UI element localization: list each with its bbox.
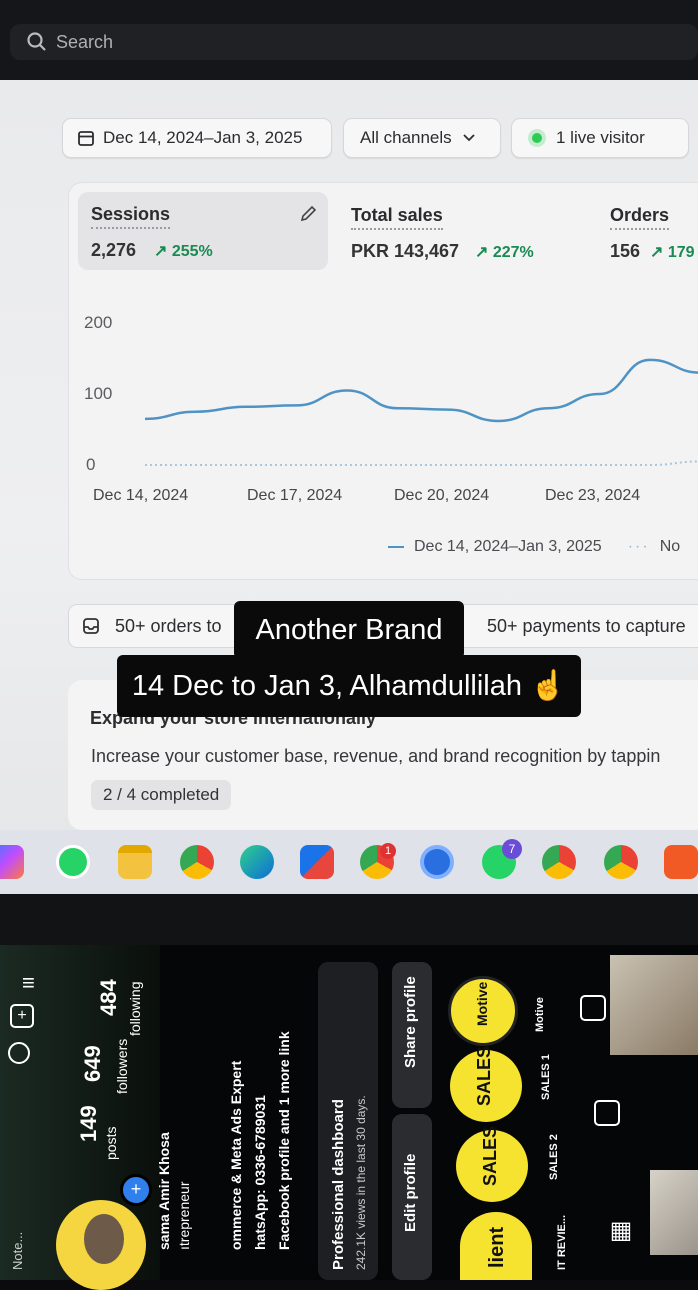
metric-title-total-sales[interactable]: Total sales: [351, 205, 443, 230]
search-icon: [27, 32, 46, 51]
edge-icon[interactable]: [240, 845, 274, 879]
chromium-icon[interactable]: [420, 845, 454, 879]
metric-value-sessions: 2,276: [91, 240, 137, 260]
following-count[interactable]: 484: [96, 979, 122, 1016]
dashboard-subtitle: 242.1K views in the last 30 days.: [354, 1095, 368, 1270]
post-thumbnail[interactable]: [650, 1170, 698, 1255]
payments-to-capture-banner[interactable]: 50+ payments to capture: [440, 604, 698, 648]
chrome-icon[interactable]: [180, 845, 214, 879]
followers-count[interactable]: 649: [80, 1045, 106, 1082]
channels-dropdown[interactable]: All channels: [343, 118, 501, 158]
tagged-icon[interactable]: [580, 995, 606, 1021]
copilot-icon[interactable]: [0, 845, 24, 879]
posts-label: posts: [103, 1126, 119, 1160]
dashboard-title: Professional dashboard: [330, 1099, 347, 1270]
bio-line: hatsApp: 0336-6789031: [252, 1095, 268, 1250]
following-label[interactable]: following: [127, 982, 143, 1036]
highlight-label: SALES 2: [548, 1134, 560, 1180]
legend-swatch-previous: ···: [627, 538, 650, 555]
notification-badge: 7: [502, 839, 522, 859]
threads-icon[interactable]: [8, 1042, 30, 1064]
chevron-down-icon: [463, 134, 475, 142]
chrome-profile-icon[interactable]: [604, 845, 638, 879]
metric-change-total-sales: ↗ 227%: [475, 244, 534, 261]
orders-banner-label: 50+ orders to: [115, 615, 222, 636]
add-post-icon[interactable]: +: [10, 1004, 34, 1028]
x-tick-label: Dec 23, 2024: [545, 487, 641, 504]
x-tick-label: Dec 14, 2024: [93, 487, 189, 504]
expand-card-body: Increase your customer base, revenue, an…: [91, 746, 661, 766]
reels-icon[interactable]: [594, 1100, 620, 1126]
legend-label-previous: No: [659, 538, 681, 555]
metric-change-sessions: ↗ 255%: [154, 243, 213, 260]
date-range-picker[interactable]: Dec 14, 2024–Jan 3, 2025: [62, 118, 332, 158]
calendar-icon: [78, 131, 94, 146]
metric-change-orders: ↗ 179: [650, 244, 695, 261]
metric-title-orders[interactable]: Orders: [610, 205, 670, 230]
search-input[interactable]: Search: [10, 24, 698, 60]
series-line-current: [144, 358, 698, 423]
note-bubble[interactable]: Note...: [10, 1232, 25, 1270]
windows-taskbar: [0, 830, 698, 894]
overlay-text-line2: 14 Dec to Jan 3, Alhamdullilah ☝️: [131, 670, 567, 702]
inbox-icon: [83, 618, 99, 634]
series-line-previous: [145, 460, 698, 466]
avatar[interactable]: [56, 1200, 146, 1290]
highlight-text: SALES: [474, 1045, 494, 1106]
highlight-label: SALES 1: [540, 1054, 552, 1100]
chart-legend: Dec 14, 2024–Jan 3, 2025 ··· No: [388, 538, 680, 556]
notification-badge: 1: [380, 843, 396, 859]
legend-label-current: Dec 14, 2024–Jan 3, 2025: [414, 538, 602, 555]
date-range-label: Dec 14, 2024–Jan 3, 2025: [103, 128, 303, 147]
overlay-caption-line1: Another Brand: [234, 601, 464, 659]
legend-swatch-current: [388, 546, 404, 548]
bio-line: ıtrepreneur: [176, 1181, 192, 1250]
highlight-text: Motive: [474, 981, 490, 1026]
bio-line: ommerce & Meta Ads Expert: [228, 1060, 244, 1250]
metric-value-orders: 156: [610, 241, 641, 261]
followers-label[interactable]: followers: [114, 1039, 130, 1094]
sessions-metric-tab[interactable]: Sessions 2,276 ↗ 255%: [78, 192, 328, 270]
live-dot-icon: [532, 133, 542, 143]
x-tick-label: Dec 17, 2024: [247, 487, 343, 504]
highlight-text: lient: [486, 1226, 508, 1268]
post-thumbnail[interactable]: [610, 955, 698, 1055]
overlay-caption-line2: 14 Dec to Jan 3, Alhamdullilah ☝️: [117, 655, 581, 717]
highlight-label: IT REVIE...: [556, 1214, 568, 1270]
whatsapp-icon[interactable]: [56, 845, 90, 879]
live-visitor-badge[interactable]: 1 live visitor: [511, 118, 689, 158]
edit-profile-label: Edit profile: [402, 1153, 419, 1232]
payments-banner-label: 50+ payments to capture: [487, 615, 686, 636]
highlight-label: Motive: [534, 997, 546, 1032]
posts-count: 149: [76, 1105, 101, 1142]
search-placeholder: Search: [56, 31, 114, 52]
pencil-icon[interactable]: [298, 204, 318, 224]
grid-icon[interactable]: ▦: [608, 1218, 634, 1244]
progress-badge: 2 / 4 completed: [91, 780, 232, 810]
share-profile-label: Share profile: [402, 976, 419, 1068]
channels-label: All channels: [360, 128, 452, 147]
add-story-icon[interactable]: +: [120, 1174, 152, 1206]
sessions-line-chart: [144, 358, 698, 466]
metric-value-total-sales: PKR 143,467: [351, 241, 460, 261]
progress-label: 2 / 4 completed: [103, 785, 220, 804]
professional-dashboard-card[interactable]: [318, 962, 378, 1280]
metric-title-sessions: Sessions: [91, 204, 171, 229]
chrome-profile-icon[interactable]: [542, 845, 576, 879]
highlight-text: SALES: [480, 1125, 500, 1186]
overlay-text-line1: Another Brand: [255, 613, 443, 646]
profile-name: sama Amir Khosa: [156, 1132, 172, 1250]
x-tick-label: Dec 20, 2024: [394, 487, 490, 504]
store-icon[interactable]: [300, 845, 334, 879]
bio-link[interactable]: Facebook profile and 1 more link: [276, 1031, 292, 1250]
live-visitor-label: 1 live visitor: [556, 128, 645, 147]
download-app-icon[interactable]: [664, 845, 698, 879]
file-explorer-icon[interactable]: [118, 845, 152, 879]
menu-icon[interactable]: ≡: [22, 970, 35, 996]
